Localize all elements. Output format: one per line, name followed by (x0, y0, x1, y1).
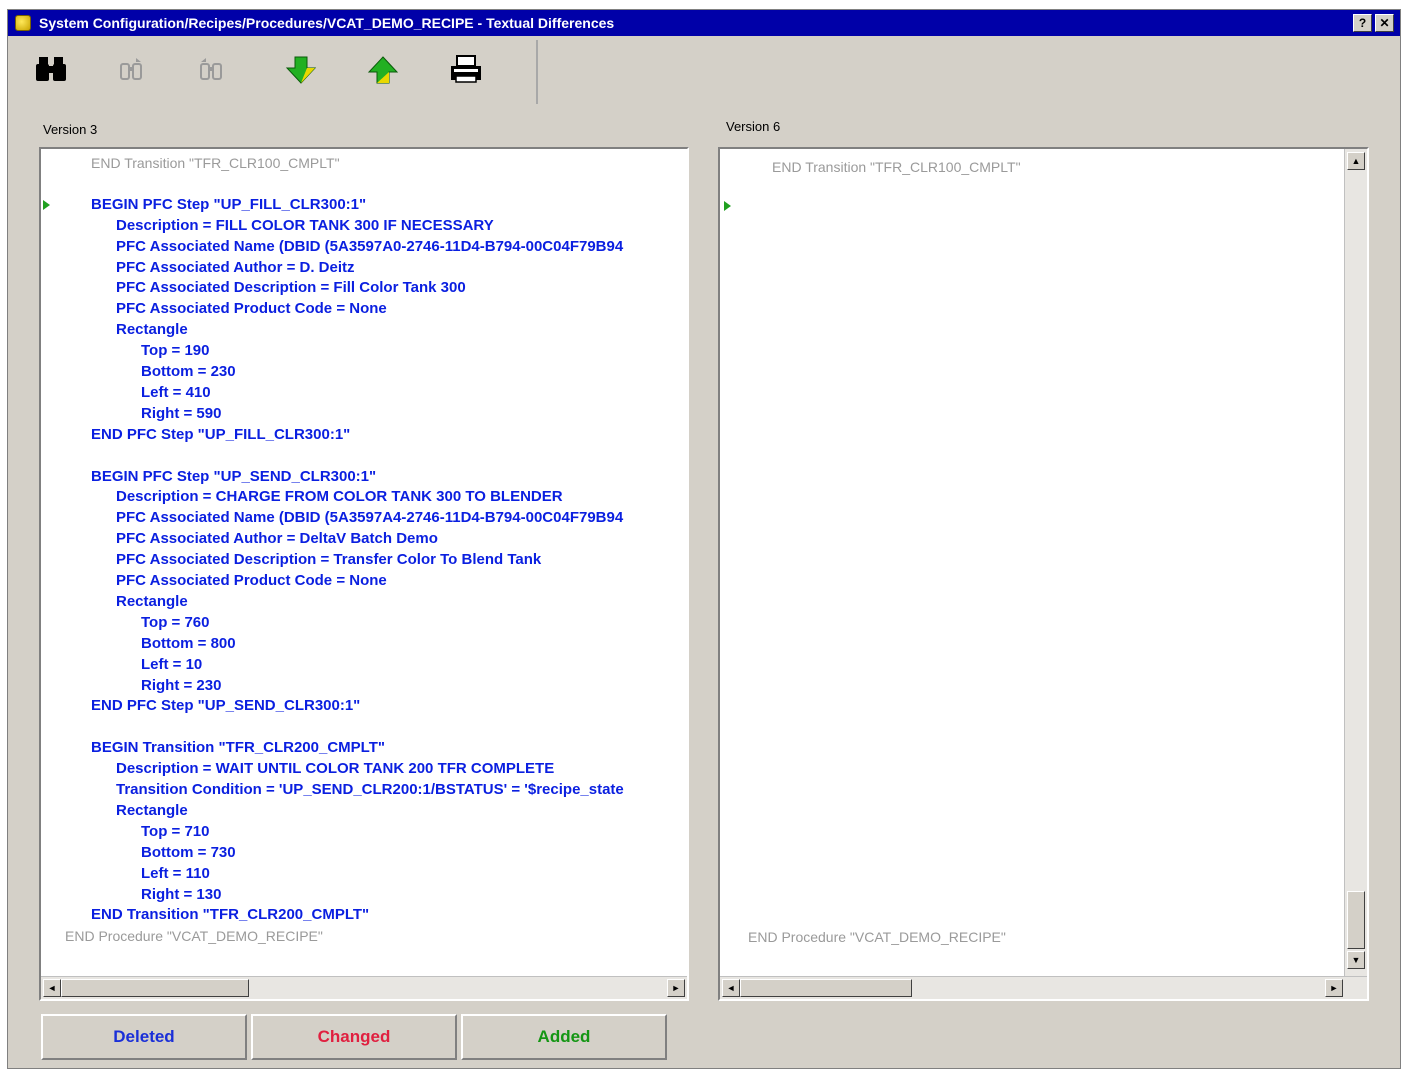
code-line: Top = 190 (141, 342, 210, 360)
left-pane-content: END Transition "TFR_CLR100_CMPLT" BEGIN P… (41, 149, 687, 973)
previous-difference-button[interactable] (363, 50, 403, 90)
toolbar (16, 40, 538, 104)
window-title: System Configuration/Recipes/Procedures/… (39, 15, 615, 31)
code-line: Right = 590 (141, 404, 222, 422)
legend-deleted: Deleted (41, 1014, 247, 1060)
code-line: PFC Associated Description = Transfer Co… (116, 551, 542, 569)
help-button[interactable]: ? (1353, 14, 1372, 32)
code-line: Description = CHARGE FROM COLOR TANK 300… (116, 488, 563, 506)
difference-marker-icon (724, 201, 731, 211)
right-bottom-line: END Procedure "VCAT_DEMO_RECIPE" (748, 929, 1006, 945)
right-pane[interactable]: END Transition "TFR_CLR100_CMPLT" END Pr… (718, 147, 1369, 1001)
code-line: BEGIN PFC Step "UP_FILL_CLR300:1" (91, 195, 367, 213)
code-line: END PFC Step "UP_SEND_CLR300:1" (91, 697, 361, 715)
code-line: Top = 710 (141, 822, 210, 840)
code-line: Right = 230 (141, 676, 222, 694)
code-line: PFC Associated Description = Fill Color … (116, 279, 466, 297)
find-next-icon (200, 58, 222, 80)
arrow-up-icon (367, 56, 399, 84)
legend: Deleted Changed Added (41, 1014, 667, 1060)
code-line: Description = FILL COLOR TANK 300 IF NEC… (116, 216, 494, 234)
scroll-left-icon[interactable]: ◄ (43, 979, 61, 997)
binoculars-icon (36, 57, 66, 81)
vertical-scroll-thumb[interactable] (1347, 891, 1365, 949)
code-line: Left = 110 (141, 864, 210, 882)
code-line: PFC Associated Product Code = None (116, 572, 387, 589)
scroll-left-icon[interactable]: ◄ (722, 979, 740, 997)
code-line: BEGIN Transition "TFR_CLR200_CMPLT" (91, 739, 385, 757)
difference-marker-icon (43, 199, 50, 210)
code-line: PFC Associated Name (DBID (5A3597A0-2746… (116, 237, 624, 255)
scroll-right-icon[interactable]: ► (667, 979, 685, 997)
code-line: END Transition "TFR_CLR200_CMPLT" (91, 906, 370, 924)
code-line: PFC Associated Author = DeltaV Batch Dem… (116, 530, 438, 548)
right-pane-content: END Transition "TFR_CLR100_CMPLT" END Pr… (720, 149, 1367, 973)
code-line: END Transition "TFR_CLR100_CMPLT" (91, 155, 340, 171)
code-line: END Procedure "VCAT_DEMO_RECIPE" (65, 928, 323, 945)
find-previous-icon (120, 58, 142, 80)
code-line: Left = 10 (141, 655, 203, 673)
find-previous-button[interactable] (111, 50, 151, 90)
code-line: Top = 760 (141, 613, 210, 631)
code-line: Bottom = 230 (141, 363, 236, 380)
code-line: Right = 130 (141, 885, 222, 903)
printer-icon (451, 55, 481, 83)
left-horizontal-scrollbar[interactable]: ◄ ► (41, 976, 687, 999)
print-button[interactable] (446, 50, 486, 90)
scroll-up-icon[interactable]: ▲ (1347, 152, 1365, 170)
code-line: Bottom = 800 (141, 634, 236, 652)
code-line: Transition Condition = 'UP_SEND_CLR200:1… (116, 781, 624, 798)
scroll-thumb[interactable] (61, 979, 249, 997)
scroll-thumb[interactable] (740, 979, 912, 997)
code-line: BEGIN PFC Step "UP_SEND_CLR300:1" (91, 467, 377, 485)
code-line: Bottom = 730 (141, 843, 236, 861)
right-top-line: END Transition "TFR_CLR100_CMPLT" (772, 159, 1021, 175)
find-next-button[interactable] (191, 50, 231, 90)
app-icon (15, 15, 31, 31)
code-line: PFC Associated Author = D. Deitz (116, 258, 355, 276)
close-button[interactable]: ✕ (1375, 14, 1394, 32)
right-horizontal-scrollbar[interactable]: ◄ ► (720, 976, 1367, 999)
left-pane[interactable]: END Transition "TFR_CLR100_CMPLT" BEGIN P… (39, 147, 689, 1001)
find-button[interactable] (31, 50, 71, 90)
title-bar: System Configuration/Recipes/Procedures/… (8, 10, 1400, 36)
code-line: PFC Associated Product Code = None (116, 300, 387, 318)
left-pane-label: Version 3 (43, 122, 98, 137)
right-pane-label: Version 6 (726, 119, 781, 134)
code-line: Rectangle (116, 321, 188, 339)
code-line: Description = WAIT UNTIL COLOR TANK 200 … (116, 760, 555, 778)
code-line: Rectangle (116, 801, 188, 819)
scroll-right-icon[interactable]: ► (1325, 979, 1343, 997)
arrow-down-icon (285, 56, 317, 84)
legend-changed: Changed (251, 1014, 457, 1060)
next-difference-button[interactable] (281, 50, 321, 90)
code-line: PFC Associated Name (DBID (5A3597A4-2746… (116, 509, 624, 527)
code-line: Rectangle (116, 592, 188, 610)
code-line: Left = 410 (141, 383, 211, 401)
differences-window: System Configuration/Recipes/Procedures/… (7, 9, 1401, 1069)
legend-added: Added (461, 1014, 667, 1060)
scroll-down-icon[interactable]: ▼ (1347, 951, 1365, 969)
right-vertical-scrollbar[interactable]: ▲ ▼ (1344, 149, 1367, 977)
code-line: END PFC Step "UP_FILL_CLR300:1" (91, 425, 351, 443)
